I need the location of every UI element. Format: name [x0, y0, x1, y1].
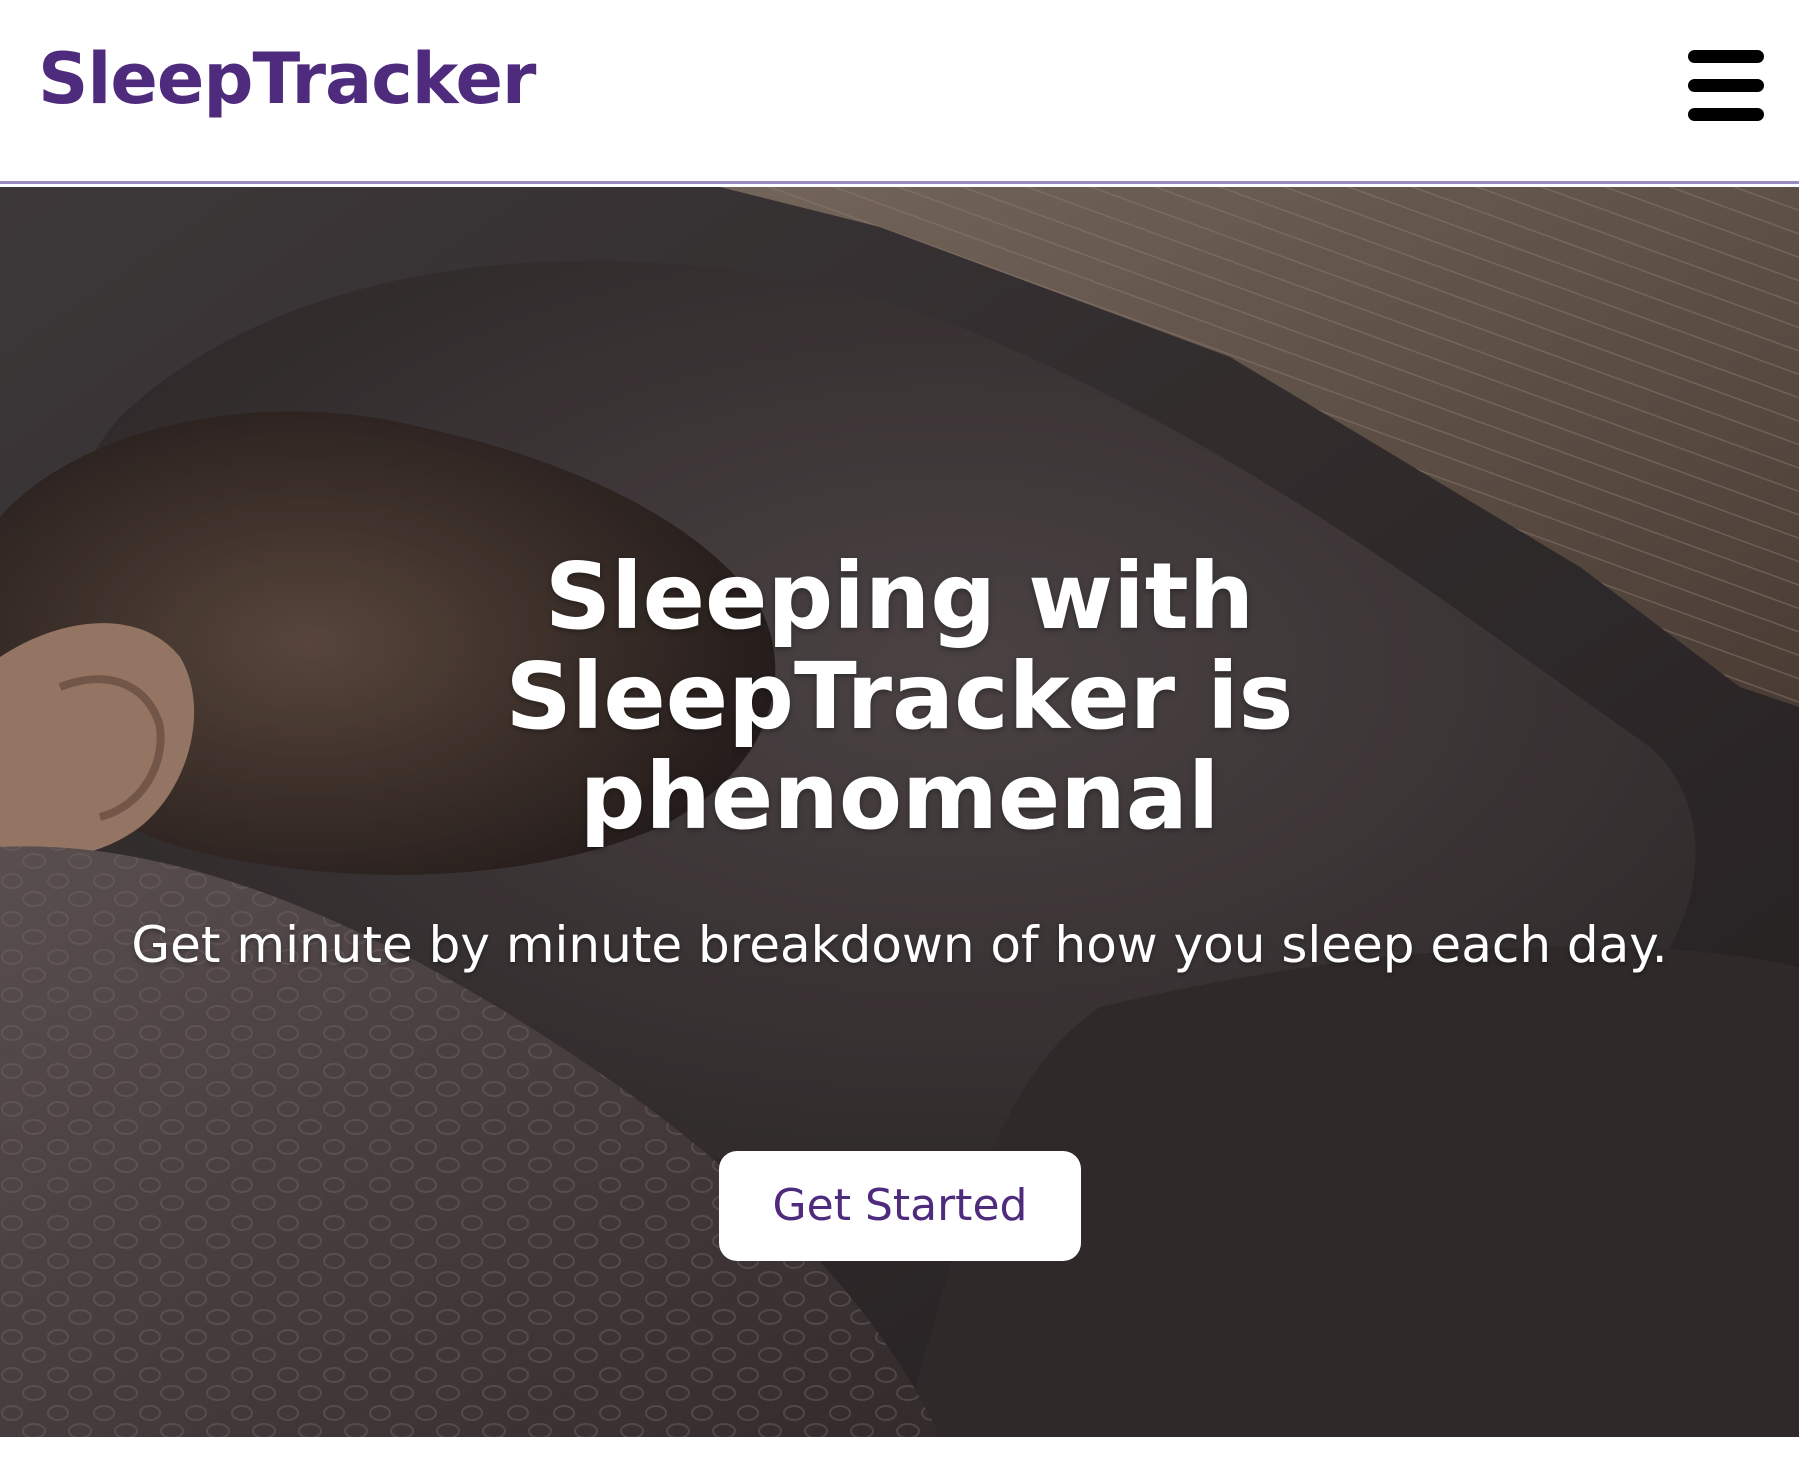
page-bottom-strip	[0, 1437, 1799, 1461]
menu-bar-top	[1688, 50, 1764, 63]
menu-bar-bottom	[1688, 108, 1764, 121]
menu-bar-middle	[1688, 79, 1764, 92]
hamburger-menu-icon[interactable]	[1688, 50, 1764, 122]
hero-section: Sleeping with SleepTracker is phenomenal…	[0, 187, 1799, 1437]
logo[interactable]: SleepTracker	[38, 44, 536, 114]
hero-title: Sleeping with SleepTracker is phenomenal	[505, 543, 1294, 850]
hero-subtitle: Get minute by minute breakdown of how yo…	[131, 916, 1668, 974]
get-started-button[interactable]: Get Started	[719, 1151, 1081, 1261]
site-header: SleepTracker	[0, 0, 1799, 184]
